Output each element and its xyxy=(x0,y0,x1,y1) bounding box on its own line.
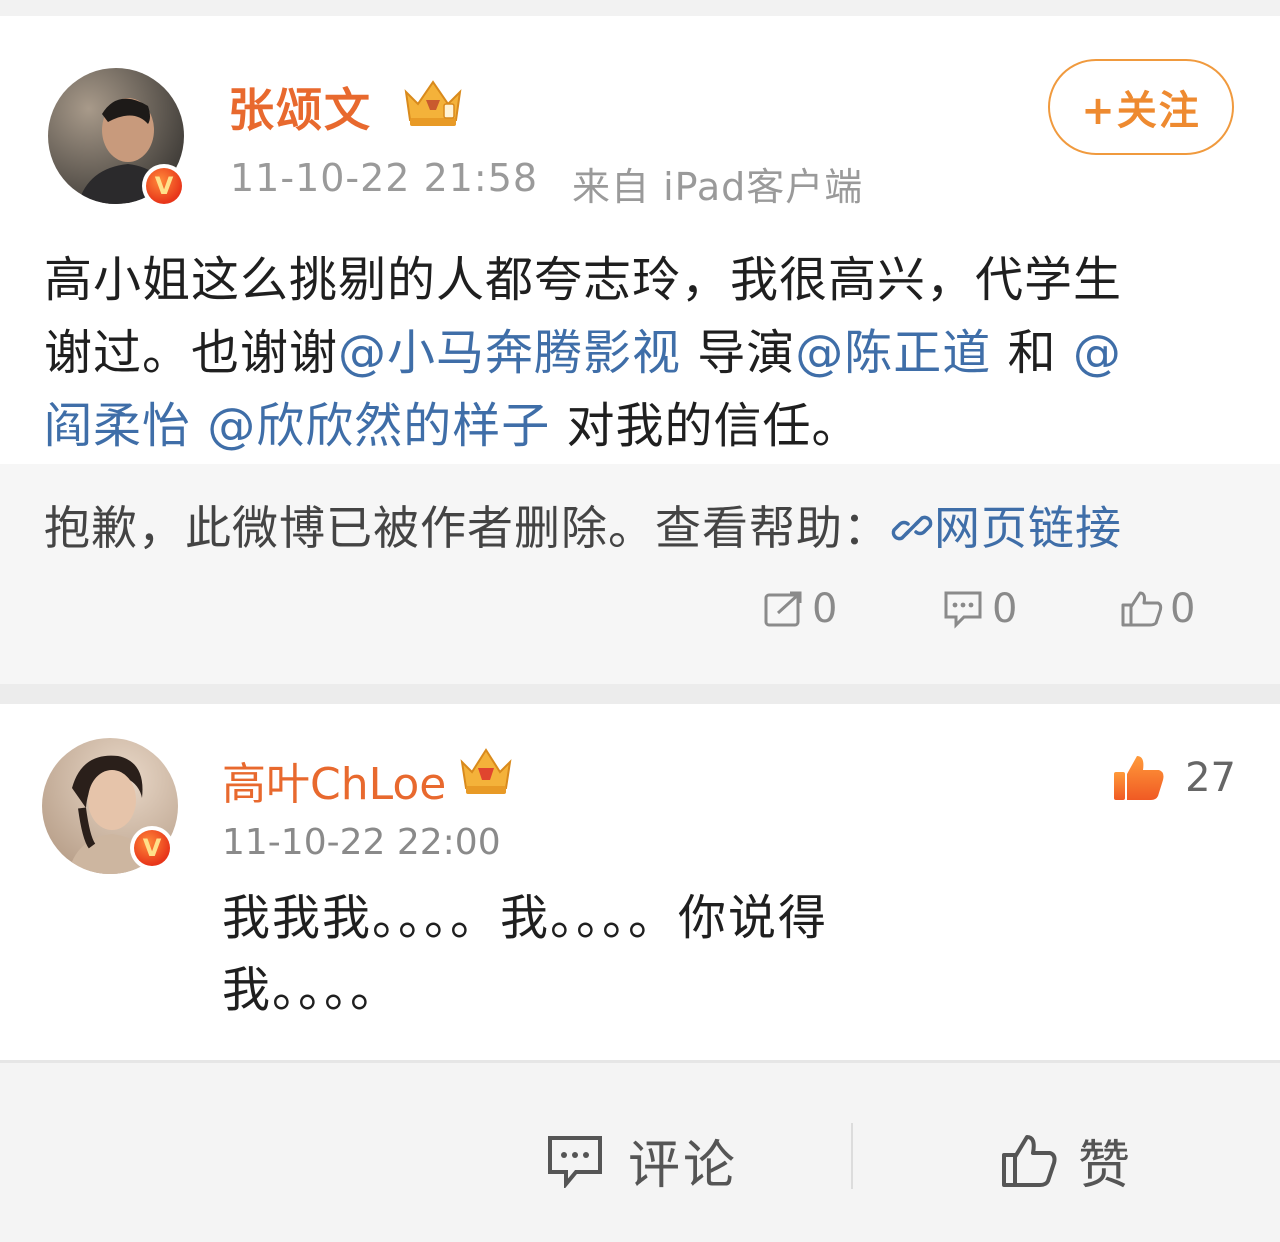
like-button[interactable]: 赞 xyxy=(1000,1123,1133,1198)
post-body-line-2: 谢过。也谢谢@小马奔腾影视 导演@陈正道 和 @ xyxy=(44,317,1244,390)
post-text-segment xyxy=(191,398,207,454)
web-link[interactable]: 网页链接 xyxy=(890,501,1122,555)
mention-link[interactable]: @ xyxy=(1073,325,1122,381)
comment-count: 0 xyxy=(992,586,1018,632)
comment-author-name[interactable]: 高叶ChLoe xyxy=(222,748,446,812)
comment-item: V 高叶ChLoe 11-10-22 22:00 27 我我我。。。。我。。。。… xyxy=(0,704,1280,1060)
verified-badge-icon: V xyxy=(142,164,186,208)
repost-count: 0 xyxy=(812,586,838,632)
repost-action[interactable]: 0 xyxy=(762,586,837,632)
like-count: 0 xyxy=(1170,586,1196,632)
mention-link[interactable]: @小马奔腾影视 xyxy=(338,325,681,381)
crown-icon xyxy=(400,74,466,132)
link-icon xyxy=(890,501,934,555)
post-time: 11-10-22 21:58 xyxy=(230,156,539,200)
section-divider xyxy=(0,684,1280,704)
post-author-name[interactable]: 张颂文 xyxy=(228,74,372,140)
comment-button-label: 评论 xyxy=(628,1136,739,1196)
thumbs-up-icon xyxy=(1002,1134,1057,1187)
post-body-line-1: 高小姐这么挑剔的人都夸志玲，我很高兴，代学生 xyxy=(44,252,1123,308)
thumbs-up-icon xyxy=(1114,756,1164,800)
comment-body-line-1: 我我我。。。。我。。。。你说得 xyxy=(222,890,829,946)
comment-time: 11-10-22 22:00 xyxy=(222,822,501,863)
post-text-segment: 导演 xyxy=(681,325,796,381)
web-link-label: 网页链接 xyxy=(934,501,1122,555)
mention-link[interactable]: @欣欣然的样子 xyxy=(207,398,550,454)
post-body: 高小姐这么挑剔的人都夸志玲，我很高兴，代学生 谢过。也谢谢@小马奔腾影视 导演@… xyxy=(44,244,1244,463)
deleted-message-text: 抱歉，此微博已被作者删除。查看帮助： xyxy=(44,501,890,555)
comment-icon xyxy=(548,1135,602,1188)
comment-like-count: 27 xyxy=(1185,755,1236,801)
top-spacer xyxy=(0,0,1280,16)
post-author-avatar[interactable]: V xyxy=(48,68,186,208)
comment-action[interactable]: 0 xyxy=(942,586,1017,632)
mention-link[interactable]: @陈正道 xyxy=(795,325,991,381)
bottom-action-bar: 评论 赞 xyxy=(0,1060,1280,1242)
follow-button[interactable]: +关注 xyxy=(1048,59,1234,155)
post-text-segment: 和 xyxy=(991,325,1073,381)
comment-like-action[interactable]: 27 xyxy=(1111,752,1236,804)
like-button-label: 赞 xyxy=(1078,1136,1134,1196)
post-source: 来自 iPad客户端 xyxy=(572,165,864,209)
comment-body-line-2: 我。。。。 xyxy=(222,962,401,1018)
crown-icon xyxy=(458,742,514,802)
deleted-repost-card: 抱歉，此微博已被作者删除。查看帮助： 网页链接 0 0 0 xyxy=(0,464,1280,684)
post-body-line-3: 阎柔怡 @欣欣然的样子 对我的信任。 xyxy=(44,390,1244,463)
verified-badge-icon: V xyxy=(130,826,174,870)
weibo-post: V 张颂文 11-10-22 21:58 来自 iPad客户端 +关注 高小姐这… xyxy=(0,16,1280,464)
comment-icon xyxy=(944,591,982,629)
comment-body: 我我我。。。。我。。。。你说得 我。。。。 xyxy=(222,882,1062,1026)
post-text-segment: 对我的信任。 xyxy=(550,398,861,454)
like-action[interactable]: 0 xyxy=(1120,586,1195,632)
post-text-segment: 谢过。也谢谢 xyxy=(44,325,339,381)
thumbs-up-icon xyxy=(1121,591,1163,627)
bottom-bar-divider xyxy=(851,1123,853,1189)
repost-icon xyxy=(764,591,802,627)
comment-author-avatar[interactable]: V xyxy=(42,738,178,874)
comment-button[interactable]: 评论 xyxy=(546,1123,738,1198)
deleted-message: 抱歉，此微博已被作者删除。查看帮助： 网页链接 xyxy=(44,492,1122,558)
mention-link[interactable]: 阎柔怡 xyxy=(44,398,191,454)
